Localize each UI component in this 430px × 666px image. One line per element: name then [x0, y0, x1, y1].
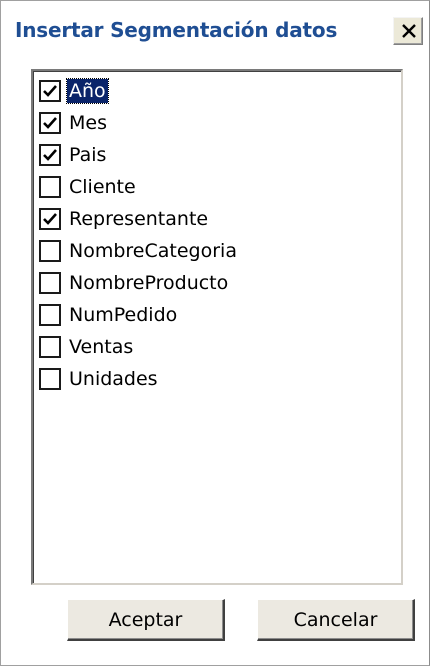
field-checkbox-representante[interactable] — [39, 208, 61, 230]
title-bar[interactable]: Insertar Segmentación datos — [1, 1, 429, 57]
field-item-nombrecategoria[interactable]: NombreCategoria — [39, 235, 379, 265]
close-icon — [402, 24, 416, 38]
field-checkbox-mes[interactable] — [39, 112, 61, 134]
field-label: Pais — [69, 144, 107, 166]
checkmark-icon — [43, 213, 57, 225]
field-checkbox-unidades[interactable] — [39, 368, 61, 390]
field-label: NumPedido — [69, 304, 178, 326]
field-item-mes[interactable]: Mes — [39, 107, 379, 137]
field-checkbox-ventas[interactable] — [39, 336, 61, 358]
field-checkbox-cliente[interactable] — [39, 176, 61, 198]
checkmark-icon — [43, 117, 57, 129]
field-label: Ventas — [69, 336, 134, 358]
field-label: Año — [66, 78, 109, 104]
field-item-ventas[interactable]: Ventas — [39, 331, 379, 361]
field-item-pais[interactable]: Pais — [39, 139, 379, 169]
field-label: Representante — [69, 208, 209, 230]
close-button[interactable] — [393, 17, 423, 45]
field-label: NombreProducto — [69, 272, 229, 294]
cancel-button[interactable]: Cancelar — [257, 599, 415, 641]
field-list[interactable]: Año Mes Pais Cliente Representante Nombr… — [31, 69, 403, 585]
field-checkbox-pais[interactable] — [39, 144, 61, 166]
checkmark-icon — [43, 85, 57, 97]
ok-button[interactable]: Aceptar — [67, 599, 225, 641]
field-label: NombreCategoria — [69, 240, 237, 262]
field-item-ano[interactable]: Año — [39, 75, 379, 105]
checkmark-icon — [43, 149, 57, 161]
field-item-representante[interactable]: Representante — [39, 203, 379, 233]
dialog-title: Insertar Segmentación datos — [15, 18, 338, 42]
insert-slicer-dialog: Insertar Segmentación datos Año Mes Pais — [0, 0, 430, 666]
field-item-nombreproducto[interactable]: NombreProducto — [39, 267, 379, 297]
field-label: Unidades — [69, 368, 158, 390]
field-item-cliente[interactable]: Cliente — [39, 171, 379, 201]
field-checkbox-nombrecategoria[interactable] — [39, 240, 61, 262]
field-label: Mes — [69, 112, 107, 134]
field-checkbox-ano[interactable] — [39, 80, 61, 102]
field-checkbox-numpedido[interactable] — [39, 304, 61, 326]
field-checkbox-nombreproducto[interactable] — [39, 272, 61, 294]
field-item-numpedido[interactable]: NumPedido — [39, 299, 379, 329]
field-item-unidades[interactable]: Unidades — [39, 363, 379, 393]
field-label: Cliente — [69, 176, 136, 198]
